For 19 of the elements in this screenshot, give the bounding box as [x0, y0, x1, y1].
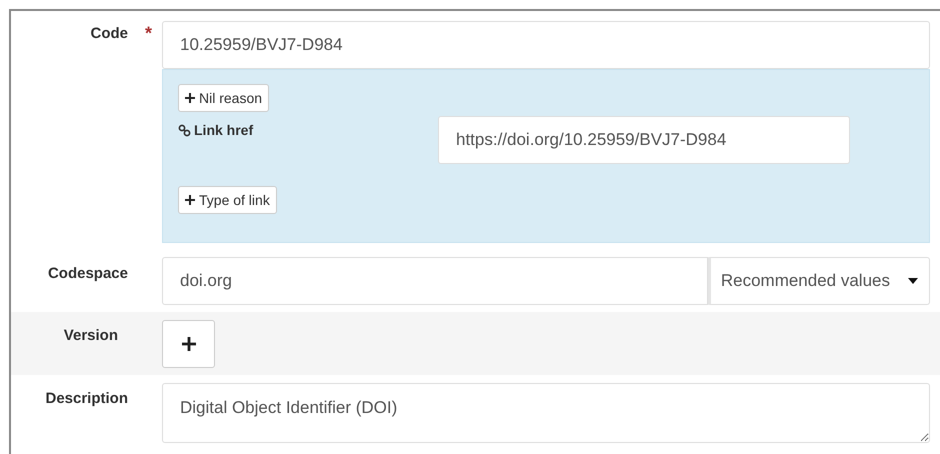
- codespace-field[interactable]: doi.org: [162, 257, 708, 305]
- add-version-button[interactable]: [162, 320, 215, 368]
- recommended-values-dropdown[interactable]: Recommended values: [708, 257, 930, 305]
- field-label: Version: [64, 327, 118, 346]
- type-of-link-button[interactable]: Type of link: [178, 186, 277, 214]
- description-field[interactable]: Digital Object Identifier (DOI): [162, 383, 930, 443]
- caret-icon: [908, 278, 918, 284]
- plus-icon: [185, 93, 195, 103]
- field-label: Link href: [194, 122, 254, 138]
- required-mark: *: [144, 23, 152, 44]
- nil-reason-button[interactable]: Nil reason: [178, 84, 270, 112]
- plus-icon: [182, 337, 196, 351]
- code-field[interactable]: 10.25959/BVJ7-D984: [162, 21, 930, 69]
- field-label: Description: [45, 390, 128, 409]
- field-label: Code: [90, 25, 128, 44]
- plus-icon: [185, 195, 195, 205]
- link-href-field[interactable]: https://doi.org/10.25959/BVJ7-D984: [438, 116, 850, 164]
- link-icon: [178, 124, 191, 136]
- field-label: Codespace: [48, 265, 128, 284]
